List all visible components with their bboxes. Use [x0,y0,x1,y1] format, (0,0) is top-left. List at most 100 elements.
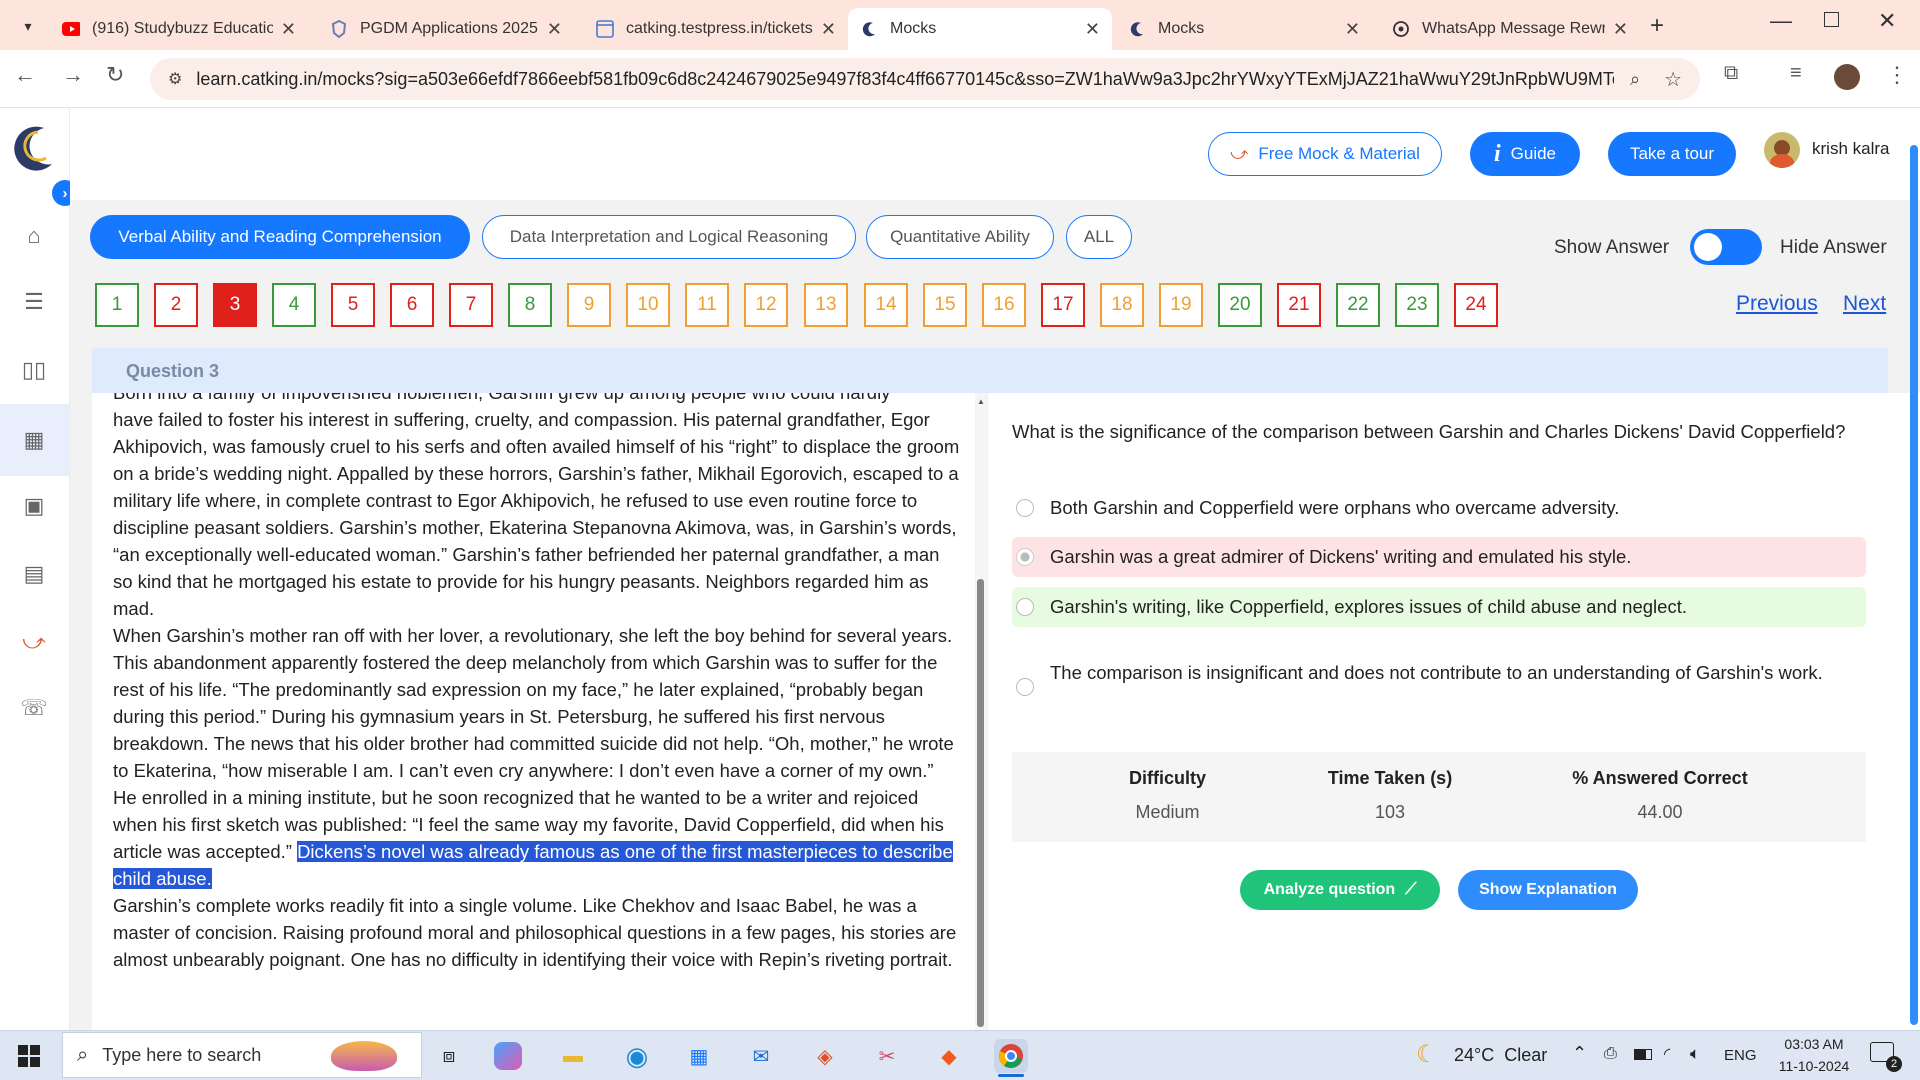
clock-date[interactable]: 11-10-2024 [1770,1058,1858,1074]
question-number-button[interactable]: 11 [685,283,729,327]
zoom-icon[interactable]: ⌕ [1630,69,1640,90]
browser-tab[interactable]: (916) Studybuzz Education ✕ [50,8,308,50]
forward-icon[interactable]: → [62,62,84,88]
passage-panel[interactable]: Born into a family of impoverished noble… [92,393,982,1030]
question-number-button[interactable]: 4 [272,283,316,327]
close-icon[interactable]: ✕ [821,19,836,40]
question-number-button[interactable]: 2 [154,283,198,327]
question-number-button[interactable]: 23 [1395,283,1439,327]
show-explanation-button[interactable]: Show Explanation [1458,870,1638,910]
avatar[interactable] [1764,132,1800,168]
question-number-button[interactable]: 15 [923,283,967,327]
browser-tab[interactable]: PGDM Applications 2025. ✕ [318,8,574,50]
answer-toggle[interactable] [1690,229,1762,265]
browser-tab[interactable]: catking.testpress.in/tickets ✕ [584,8,848,50]
document-icon[interactable]: ▤ [18,558,50,590]
username[interactable]: krish kalra [1812,139,1889,159]
new-tab-button[interactable]: + [1650,12,1664,40]
weather-text[interactable]: 24°C Clear [1454,1045,1547,1066]
question-number-button[interactable]: 13 [804,283,848,327]
option-3-correct[interactable]: Garshin's writing, like Copperfield, exp… [1012,587,1866,627]
question-number-button[interactable]: 12 [744,283,788,327]
radio-button-selected[interactable] [1016,548,1034,566]
file-explorer-icon[interactable]: ▬ [556,1039,590,1073]
question-number-button[interactable]: 17 [1041,283,1085,327]
media-control-icon[interactable]: ≡ [1790,62,1802,85]
question-number-button[interactable]: 20 [1218,283,1262,327]
close-icon[interactable]: ✕ [1345,19,1360,40]
passage-scrollbar[interactable]: ▲ [975,393,986,1030]
browser-tab[interactable]: WhatsApp Message Rewrit ✕ [1380,8,1640,50]
bookmark-star-icon[interactable]: ☆ [1664,67,1682,92]
edge-icon[interactable]: ◉ [620,1039,654,1073]
page-scrollbar[interactable] [1910,145,1918,1025]
close-icon[interactable]: ✕ [1085,19,1100,40]
tab-verbal-ability[interactable]: Verbal Ability and Reading Comprehension [90,215,470,259]
brave-browser-icon[interactable]: ◆ [932,1039,966,1073]
taskbar-search-box[interactable]: ⌕ Type here to search [62,1032,422,1078]
wifi-icon[interactable]: ◜ [1664,1044,1670,1064]
take-tour-button[interactable]: Take a tour [1608,132,1736,176]
address-bar[interactable]: ⚙ learn.catking.in/mocks?sig=a503e66efdf… [150,58,1700,100]
option-4[interactable]: The comparison is insignificant and does… [1012,640,1866,704]
question-number-button[interactable]: 8 [508,283,552,327]
tab-quant[interactable]: Quantitative Ability [866,215,1054,259]
close-icon[interactable]: ✕ [1613,19,1628,40]
snipping-tool-icon[interactable]: ✂ [870,1039,904,1073]
extensions-icon[interactable]: ⧉ [1724,62,1738,85]
question-number-button[interactable]: 7 [449,283,493,327]
analyze-question-button[interactable]: Analyze question ⟋ [1240,870,1440,910]
growth-icon[interactable]: ⤻ [18,626,50,658]
free-mock-button[interactable]: ⤻ Free Mock & Material [1208,132,1442,176]
language-indicator[interactable]: ENG [1724,1047,1757,1064]
radio-button[interactable] [1016,678,1034,696]
option-2-wrong[interactable]: Garshin was a great admirer of Dickens' … [1012,537,1866,577]
previous-link[interactable]: Previous [1736,292,1818,316]
mail-icon[interactable]: ✉ [744,1039,778,1073]
profile-avatar[interactable] [1834,64,1860,90]
tray-chevron-icon[interactable]: ⌃ [1572,1043,1587,1064]
clock-time[interactable]: 03:03 AM [1774,1036,1854,1052]
site-settings-icon[interactable]: ⚙ [168,69,182,89]
option-1[interactable]: Both Garshin and Copperfield were orphan… [1012,488,1866,528]
scrollbar-thumb[interactable] [977,579,984,1027]
reload-icon[interactable]: ↻ [106,62,124,88]
support-icon[interactable]: ☏ [18,692,50,724]
mock-test-icon[interactable]: ▦ [18,424,50,456]
weather-icon[interactable]: ☾ [1416,1040,1438,1069]
close-icon[interactable]: ✕ [547,19,562,40]
close-icon[interactable]: ✕ [281,19,296,40]
question-number-button[interactable]: 16 [982,283,1026,327]
windows-start-icon[interactable] [18,1045,40,1072]
list-icon[interactable]: ☰ [18,286,50,318]
minimize-icon[interactable]: — [1770,8,1792,34]
guide-button[interactable]: i Guide [1470,132,1580,176]
scroll-up-icon[interactable]: ▲ [977,397,985,406]
question-number-button[interactable]: 10 [626,283,670,327]
question-number-button[interactable]: 21 [1277,283,1321,327]
browser-tab-active[interactable]: Mocks ✕ [848,8,1112,50]
question-number-button[interactable]: 1 [95,283,139,327]
question-number-button[interactable]: 5 [331,283,375,327]
computer-icon[interactable]: ▣ [18,490,50,522]
meet-now-icon[interactable]: ⎙ [1604,1045,1617,1063]
tab-dilr[interactable]: Data Interpretation and Logical Reasonin… [482,215,856,259]
menu-icon[interactable]: ⋮ [1886,62,1908,88]
question-number-button[interactable]: 18 [1100,283,1144,327]
chrome-icon[interactable] [994,1039,1028,1073]
columns-icon[interactable]: ▯▯ [18,354,50,386]
volume-icon[interactable]: 🔈︎ [1690,1044,1700,1064]
close-window-icon[interactable]: ✕ [1878,8,1896,34]
tab-search-button[interactable]: ▾ [14,12,42,40]
browser-tab[interactable]: Mocks ✕ [1116,8,1372,50]
copilot-icon[interactable] [494,1042,522,1070]
question-number-button[interactable]: 19 [1159,283,1203,327]
books-icon[interactable]: ⌂ [18,220,50,252]
restore-icon[interactable] [1824,12,1839,27]
question-number-button[interactable]: 22 [1336,283,1380,327]
battery-icon[interactable] [1634,1049,1652,1060]
brave-icon[interactable]: ◈ [808,1039,842,1073]
task-view-icon[interactable]: ⧈ [432,1039,466,1073]
radio-button[interactable] [1016,499,1034,517]
tab-all[interactable]: ALL [1066,215,1132,259]
